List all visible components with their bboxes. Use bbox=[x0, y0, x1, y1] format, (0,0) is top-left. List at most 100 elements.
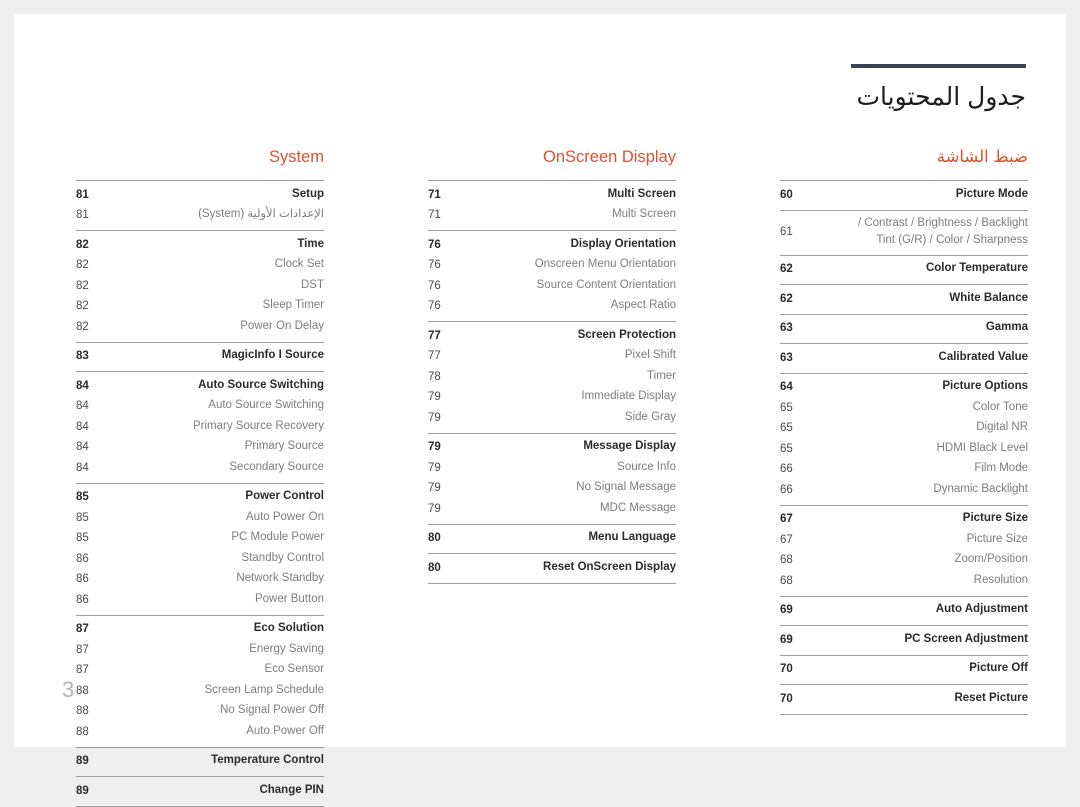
toc-entry[interactable]: 79 MDC Message bbox=[428, 498, 676, 519]
toc-entry[interactable]: 88 Screen Lamp Schedule bbox=[76, 680, 324, 701]
toc-entry-label: Display Orientation bbox=[570, 237, 676, 250]
toc-entry-label: Screen Protection bbox=[577, 328, 676, 341]
toc-entry[interactable]: 89 Change PIN bbox=[76, 780, 324, 801]
toc-entry[interactable]: 85 Power Control bbox=[76, 487, 324, 508]
toc-entry[interactable]: 64 Picture Options bbox=[780, 377, 1028, 398]
toc-entry-label: Setup bbox=[292, 187, 324, 200]
toc-entry[interactable]: 86 Power Button bbox=[76, 589, 324, 610]
toc-entry-page: 84 bbox=[76, 400, 89, 412]
toc-entry[interactable]: 83 MagicInfo I Source bbox=[76, 346, 324, 367]
toc-entry[interactable]: 63 Calibrated Value bbox=[780, 347, 1028, 368]
toc-entry[interactable]: 76 Onscreen Menu Orientation bbox=[428, 255, 676, 276]
toc-entry[interactable]: 71 Multi Screen bbox=[428, 205, 676, 226]
toc-entry[interactable]: 80 Menu Language bbox=[428, 528, 676, 549]
toc-entry-label: Power Control bbox=[245, 490, 324, 502]
toc-entry-label: Change PIN bbox=[259, 783, 324, 796]
toc-entry[interactable]: 67 Picture Size bbox=[780, 509, 1028, 530]
toc-entry[interactable]: 76 Display Orientation bbox=[428, 234, 676, 255]
toc-entry[interactable]: 79 Source Info bbox=[428, 457, 676, 478]
toc-entry[interactable]: 82 DST bbox=[76, 275, 324, 296]
toc-entry-page: 66 bbox=[780, 463, 793, 475]
toc-entry[interactable]: 65 Color Tone bbox=[780, 397, 1028, 418]
toc-entry[interactable]: 81 الإعدادات الأولية (System) bbox=[76, 205, 324, 226]
toc-group: 63 Gamma bbox=[780, 313, 1028, 344]
toc-entry-page: 71 bbox=[428, 188, 441, 201]
toc-entry-page: 71 bbox=[428, 209, 441, 221]
toc-entry[interactable]: 62 Color Temperature bbox=[780, 259, 1028, 280]
toc-entry-label: Auto Source Switching bbox=[198, 378, 324, 391]
toc-entry[interactable]: 82 Clock Set bbox=[76, 255, 324, 276]
toc-entry[interactable]: 76 Aspect Ratio bbox=[428, 296, 676, 317]
toc-entry[interactable]: 77 Screen Protection bbox=[428, 325, 676, 346]
toc-entry-page: 82 bbox=[76, 259, 89, 271]
toc-entry-page: 76 bbox=[428, 238, 441, 251]
toc-entry-page: 88 bbox=[76, 684, 89, 697]
toc-entry[interactable]: 82 Power On Delay bbox=[76, 316, 324, 337]
toc-entry-page: 79 bbox=[428, 391, 441, 403]
toc-group-list: 60 Picture Mode 61 / Contrast / Brightness … bbox=[780, 180, 1028, 715]
toc-entry[interactable]: 84 Auto Source Switching bbox=[76, 396, 324, 417]
toc-entry[interactable]: 65 Digital NR bbox=[780, 418, 1028, 439]
toc-group: 84 Auto Source Switching 84 Auto Source Swi… bbox=[76, 371, 324, 483]
toc-entry[interactable]: 77 Pixel Shift bbox=[428, 346, 676, 367]
toc-entry[interactable]: 66 Dynamic Backlight bbox=[780, 479, 1028, 500]
toc-group: 83 MagicInfo I Source bbox=[76, 341, 324, 372]
toc-entry[interactable]: 84 Primary Source Recovery bbox=[76, 416, 324, 437]
toc-entry-page: 86 bbox=[76, 593, 89, 606]
toc-entry-label: Sleep Timer bbox=[262, 299, 324, 311]
toc-entry[interactable]: 82 Time bbox=[76, 234, 324, 255]
toc-entry-page: 89 bbox=[76, 784, 89, 797]
toc-entry-page: 76 bbox=[428, 279, 441, 292]
toc-entry[interactable]: 60 Picture Mode bbox=[780, 184, 1028, 205]
toc-entry[interactable]: 88 Auto Power Off bbox=[76, 721, 324, 742]
toc-entry[interactable]: 66 Film Mode bbox=[780, 459, 1028, 480]
toc-group: 62 White Balance bbox=[780, 284, 1028, 314]
toc-entry[interactable]: 85 Auto Power On bbox=[76, 507, 324, 528]
toc-entry[interactable]: 84 Auto Source Switching bbox=[76, 375, 324, 396]
toc-entry-page: 85 bbox=[76, 491, 89, 503]
toc-group: 85 Power Control 85 Auto Power On 85 PC Modul… bbox=[76, 482, 324, 615]
toc-entry[interactable]: 89 Temperature Control bbox=[76, 751, 324, 772]
toc-entry[interactable]: 84 Secondary Source bbox=[76, 457, 324, 478]
toc-entry[interactable]: 79 Immediate Display bbox=[428, 387, 676, 408]
toc-entry[interactable]: 79 Message Display bbox=[428, 437, 676, 458]
toc-entry[interactable]: 70 Picture Off bbox=[780, 659, 1028, 680]
toc-entry-label: Network Standby bbox=[236, 572, 324, 584]
toc-entry[interactable]: 87 Eco Sensor bbox=[76, 660, 324, 681]
toc-entry[interactable]: 67 Picture Size bbox=[780, 529, 1028, 550]
toc-entry[interactable]: 62 White Balance bbox=[780, 288, 1028, 309]
toc-entry-label: Source Content Orientation bbox=[536, 278, 676, 291]
toc-entry[interactable]: 84 Primary Source bbox=[76, 437, 324, 458]
toc-group: 81 Setup 81 الإعدادات الأولية (System) bbox=[76, 180, 324, 230]
toc-entry-label: Auto Source Switching bbox=[208, 399, 324, 411]
toc-entry[interactable]: 61 / Contrast / Brightness / Backlight Ti… bbox=[780, 214, 1028, 250]
toc-entry[interactable]: 68 Zoom/Position bbox=[780, 550, 1028, 571]
toc-entry[interactable]: 86 Network Standby bbox=[76, 569, 324, 590]
toc-entry[interactable]: 87 Eco Solution bbox=[76, 619, 324, 640]
toc-entry[interactable]: 81 Setup bbox=[76, 184, 324, 205]
toc-entry[interactable]: 85 PC Module Power bbox=[76, 528, 324, 549]
toc-group: 67 Picture Size 67 Picture Size 68 Zoom/Posit… bbox=[780, 504, 1028, 596]
toc-entry[interactable]: 69 Auto Adjustment bbox=[780, 600, 1028, 621]
toc-entry[interactable]: 76 Source Content Orientation bbox=[428, 275, 676, 296]
toc-entry[interactable]: 87 Energy Saving bbox=[76, 639, 324, 660]
toc-entry-label: Power Button bbox=[254, 592, 324, 605]
toc-entry[interactable]: 71 Multi Screen bbox=[428, 184, 676, 205]
toc-entry[interactable]: 88 No Signal Power Off bbox=[76, 701, 324, 722]
toc-entry[interactable]: 70 Reset Picture bbox=[780, 688, 1028, 709]
toc-entry[interactable]: 63 Gamma bbox=[780, 318, 1028, 339]
toc-entry[interactable]: 78 Timer bbox=[428, 366, 676, 387]
toc-entry[interactable]: 86 Standby Control bbox=[76, 548, 324, 569]
toc-entry[interactable]: 80 Reset OnScreen Display bbox=[428, 557, 676, 578]
toc-group: 70 Picture Off bbox=[780, 654, 1028, 685]
toc-entry[interactable]: 79 Side Gray bbox=[428, 407, 676, 428]
toc-entry[interactable]: 65 HDMI Black Level bbox=[780, 438, 1028, 459]
toc-entry-page: 66 bbox=[780, 483, 793, 496]
toc-entry[interactable]: 69 PC Screen Adjustment bbox=[780, 629, 1028, 650]
toc-entry[interactable]: 79 No Signal Message bbox=[428, 478, 676, 499]
toc-entry[interactable]: 82 Sleep Timer bbox=[76, 296, 324, 317]
toc-group: 69 PC Screen Adjustment bbox=[780, 625, 1028, 655]
toc-entry-page: 84 bbox=[76, 461, 89, 474]
toc-entry-label: Timer bbox=[647, 369, 676, 382]
toc-entry[interactable]: 68 Resolution bbox=[780, 570, 1028, 591]
